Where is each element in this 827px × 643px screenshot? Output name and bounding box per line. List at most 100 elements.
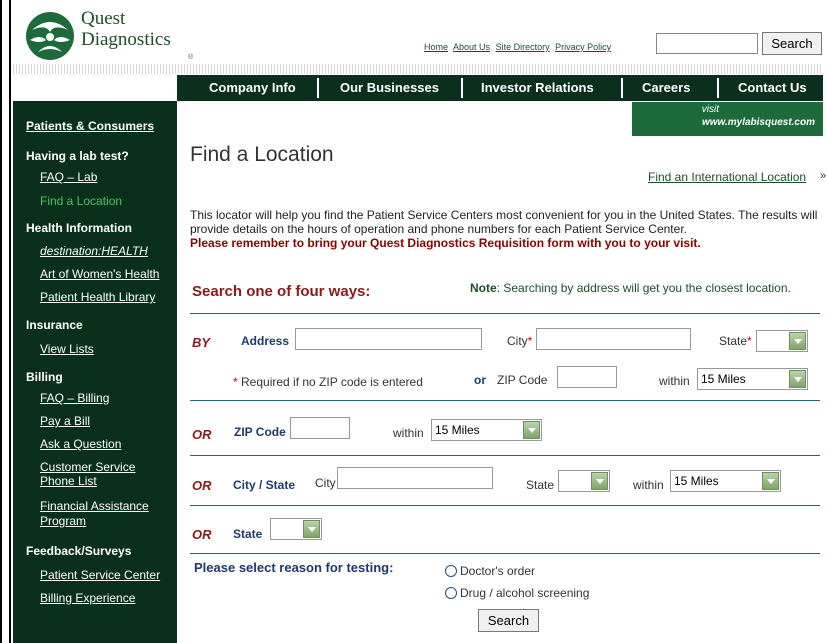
site-search-input[interactable]	[656, 33, 758, 54]
sidebar-item-faq-lab[interactable]: FAQ – Lab	[40, 170, 97, 184]
city-input[interactable]	[536, 328, 691, 350]
nav-investor-relations[interactable]: Investor Relations	[481, 75, 594, 101]
international-location-link[interactable]: Find an International Location	[648, 170, 806, 184]
sidebar-item-phone-list[interactable]: Phone List	[40, 474, 97, 488]
sidebar-item-billing-experience[interactable]: Billing Experience	[40, 591, 135, 605]
banner-visit-text: visit	[701, 104, 719, 115]
zip-radius-select[interactable]: 15 Miles	[431, 419, 542, 441]
sidebar-heading-insurance: Insurance	[26, 318, 83, 332]
header-stripe	[13, 64, 823, 74]
city-label: City	[315, 476, 336, 490]
nav-separator	[621, 78, 623, 98]
sidebar-patients-consumers[interactable]: Patients & Consumers	[26, 119, 154, 133]
page-title: Find a Location	[190, 143, 334, 166]
sidebar-item-find-location[interactable]: Find a Location	[40, 194, 122, 208]
divider	[190, 400, 820, 401]
by-label: BY	[192, 335, 211, 350]
search-ways-heading: Search one of four ways:	[192, 283, 371, 300]
drug-screening-label[interactable]: Drug / alcohol screening	[460, 586, 589, 600]
sidebar-item-program[interactable]: Program	[40, 514, 86, 528]
about-us-link[interactable]: About Us	[453, 42, 490, 52]
city-label-text: City	[507, 334, 528, 348]
intro-text: This locator will help you find the Pati…	[190, 208, 820, 250]
sidebar-heading-feedback: Feedback/Surveys	[26, 544, 132, 558]
address-radius-select[interactable]: 15 Miles	[697, 368, 808, 390]
address-label: Address	[241, 334, 290, 348]
or-label: OR	[192, 527, 212, 542]
divider	[190, 553, 820, 554]
nav-contact-us[interactable]: Contact Us	[738, 75, 807, 101]
sidebar: Patients & Consumers Having a lab test? …	[13, 101, 177, 643]
nav-separator	[317, 78, 319, 98]
sidebar-item-faq-billing[interactable]: FAQ – Billing	[40, 391, 109, 405]
quest-logo-icon	[26, 12, 74, 60]
sidebar-item-pay-bill[interactable]: Pay a Bill	[40, 414, 90, 428]
cs-state-select[interactable]	[558, 470, 610, 492]
zip-radius-value: 15 Miles	[435, 423, 480, 437]
state-only-select[interactable]	[270, 518, 322, 540]
privacy-policy-link[interactable]: Privacy Policy	[555, 42, 611, 52]
intl-arrow-icon: »	[820, 170, 827, 182]
divider	[190, 455, 820, 456]
required-asterisk: *	[233, 375, 238, 389]
nav-separator	[717, 78, 719, 98]
or-label: OR	[192, 427, 212, 442]
required-asterisk: *	[527, 334, 533, 348]
or-small-label: or	[474, 373, 486, 387]
sidebar-item-customer-service[interactable]: Customer Service	[40, 460, 135, 474]
state-label: State*	[719, 334, 752, 348]
address-input[interactable]	[295, 328, 482, 350]
note-label: Note	[470, 281, 497, 295]
intro-description: This locator will help you find the Pati…	[190, 208, 818, 236]
home-link[interactable]: Home	[424, 42, 448, 52]
address-radius-value: 15 Miles	[701, 372, 746, 386]
required-note: * Required if no ZIP code is entered	[233, 375, 423, 389]
nav-careers[interactable]: Careers	[642, 75, 690, 101]
logo-text-quest: Quest	[81, 8, 126, 29]
sidebar-item-ask-question[interactable]: Ask a Question	[40, 437, 121, 451]
address-state-select[interactable]	[756, 330, 808, 352]
cs-radius-value: 15 Miles	[674, 474, 719, 488]
nav-our-businesses[interactable]: Our Businesses	[340, 75, 439, 101]
within-label: within	[659, 374, 690, 388]
cs-city-input[interactable]	[337, 467, 493, 489]
within-label: within	[393, 426, 424, 440]
doctors-order-label[interactable]: Doctor's order	[460, 564, 535, 578]
or-label: OR	[192, 478, 212, 493]
sidebar-heading-billing: Billing	[26, 370, 63, 384]
sidebar-item-view-lists[interactable]: View Lists	[40, 342, 94, 356]
sidebar-item-womens-health[interactable]: Art of Women's Health	[40, 267, 159, 281]
city-label: City*	[507, 334, 532, 348]
mylabisquest-banner[interactable]: visit www.mylabisquest.com	[632, 102, 823, 136]
divider	[190, 505, 820, 506]
city-state-label: City / State	[233, 478, 296, 492]
quest-logo[interactable]: Quest Diagnostics ®	[24, 8, 194, 61]
zip-input[interactable]	[290, 417, 350, 439]
address-zip-input[interactable]	[557, 366, 617, 388]
site-directory-link[interactable]: Site Directory	[496, 42, 550, 52]
nav-company-info[interactable]: Company Info	[209, 75, 296, 101]
chevron-down-icon	[591, 472, 608, 490]
nav-separator	[461, 78, 463, 98]
doctors-order-radio[interactable]	[445, 565, 457, 577]
chevron-down-icon	[303, 520, 320, 538]
reason-label: Please select reason for testing:	[194, 560, 394, 575]
state-label: State	[526, 478, 555, 492]
location-search-button[interactable]: Search	[478, 609, 539, 632]
sidebar-item-destination-health[interactable]: destination:HEALTH	[40, 244, 148, 258]
sidebar-item-health-library[interactable]: Patient Health Library	[40, 290, 155, 304]
zip-code-label: ZIP Code	[497, 373, 548, 387]
sidebar-item-psc-survey[interactable]: Patient Service Center	[40, 568, 160, 582]
site-search-button[interactable]: Search	[762, 32, 822, 55]
drug-screening-radio[interactable]	[445, 587, 457, 599]
sidebar-heading-health-info: Health Information	[26, 221, 133, 235]
window-border-left	[0, 0, 2, 643]
zip-code-row-label: ZIP Code	[234, 425, 286, 439]
cs-radius-select[interactable]: 15 Miles	[670, 470, 781, 492]
search-note: Note: Searching by address will get you …	[470, 281, 791, 295]
registered-mark: ®	[188, 54, 194, 61]
sidebar-item-financial-assistance[interactable]: Financial Assistance	[40, 499, 149, 513]
divider	[190, 313, 820, 314]
sidebar-heading-lab-test: Having a lab test?	[26, 149, 129, 163]
chevron-down-icon	[789, 370, 806, 388]
